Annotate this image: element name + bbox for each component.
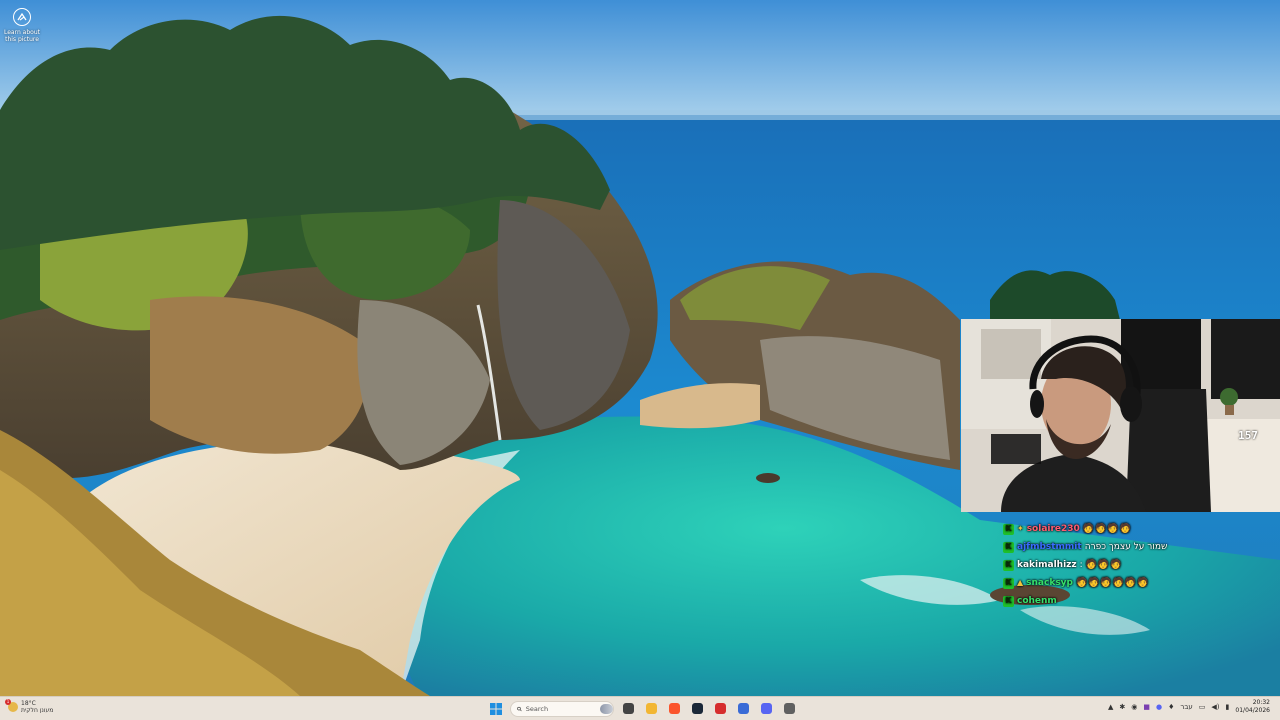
- taskbar-center: [487, 700, 798, 717]
- chat-username: snacksyp: [1026, 578, 1073, 588]
- chat-text: :: [1079, 560, 1083, 570]
- learn-about-picture-label: Learn about this picture: [4, 29, 40, 43]
- chat-message: Kkakimalhizz: 🧑🧑🧑: [1003, 556, 1203, 574]
- learn-about-picture-button[interactable]: Learn about this picture: [2, 8, 42, 43]
- chat-emotes: 🧑🧑🧑: [1085, 560, 1123, 570]
- file-explorer-icon-glyph: [646, 703, 657, 714]
- search-highlight-image: [599, 703, 613, 714]
- kick-badge-icon: K: [1003, 595, 1014, 607]
- weather-temp: 18°C: [21, 700, 36, 707]
- search-input[interactable]: [525, 704, 596, 713]
- pinned-apps: [620, 700, 798, 717]
- volume-icon[interactable]: ◀): [1211, 703, 1219, 711]
- windows-start-icon[interactable]: [487, 700, 504, 717]
- chat-username: kakimalhizz: [1017, 560, 1077, 570]
- chevron-up-icon[interactable]: ▲: [1108, 703, 1113, 711]
- chat-text: שמור על עצמך כפרה: [1084, 542, 1168, 552]
- taskbar-search[interactable]: [510, 700, 614, 717]
- chat-emotes: 🧑🧑🧑🧑: [1082, 524, 1132, 534]
- notification-badge: 1: [5, 699, 11, 705]
- steam-tray-icon[interactable]: ◉: [1131, 703, 1137, 711]
- chat-message: K ▲ snacksyp 🧑🧑🧑🧑🧑🧑: [1003, 574, 1203, 592]
- file-explorer-icon[interactable]: [643, 700, 660, 717]
- task-view-icon[interactable]: [620, 700, 637, 717]
- chat-emotes: 🧑🧑🧑🧑🧑🧑: [1075, 578, 1150, 588]
- language-indicator[interactable]: עבר: [1180, 703, 1192, 711]
- chat-extra-badge: ✦: [1017, 524, 1024, 533]
- steam-icon[interactable]: [689, 700, 706, 717]
- tray-app-icon[interactable]: ✱: [1119, 703, 1125, 711]
- webcam-overlay: 157: [961, 319, 1280, 512]
- brave-browser-icon[interactable]: [666, 700, 683, 717]
- clock-time: 20:32: [1252, 699, 1270, 706]
- chat-username: solaire230: [1026, 524, 1080, 534]
- discord-tray-icon[interactable]: ●: [1156, 703, 1162, 711]
- weather-widget[interactable]: 1 18°C מעונן חלקית: [5, 699, 54, 714]
- kick-badge-icon: K: [1003, 559, 1014, 571]
- chat-message: K ✦ solaire230 🧑🧑🧑🧑: [1003, 520, 1203, 538]
- kick-badge-icon: K: [1003, 541, 1014, 553]
- obs-record-icon[interactable]: [712, 700, 729, 717]
- webcam-badge: 157: [1238, 429, 1258, 442]
- clock-date: 01/04/2026: [1235, 707, 1270, 714]
- network-icon[interactable]: ▭: [1199, 703, 1206, 711]
- chat-username: cohenm: [1017, 596, 1057, 606]
- chat-message: Kajfmbstmmit שמור על עצמך כפרה: [1003, 538, 1203, 556]
- weather-desc: מעונן חלקית: [21, 707, 54, 714]
- discord-icon-glyph: [761, 703, 772, 714]
- kick-badge-icon: K: [1003, 577, 1014, 589]
- onenote-tray-icon[interactable]: ■: [1143, 703, 1150, 711]
- brave-browser-icon-glyph: [669, 703, 680, 714]
- chatgpt-icon[interactable]: [735, 700, 752, 717]
- system-tray: ▲ ✱ ◉ ■ ● ♦ עבר ▭ ◀) ▮ 20:32 01/04/2026: [1108, 699, 1270, 715]
- obs-record-icon-glyph: [715, 703, 726, 714]
- camera-aperture-icon: [13, 8, 31, 26]
- discord-icon[interactable]: [758, 700, 775, 717]
- kick-badge-icon: K: [1003, 523, 1014, 535]
- microphone-icon[interactable]: ♦: [1168, 703, 1174, 711]
- battery-icon[interactable]: ▮: [1226, 703, 1230, 711]
- taskbar: 1 18°C מעונן חלקית ▲ ✱ ◉: [0, 696, 1280, 720]
- clock[interactable]: 20:32 01/04/2026: [1235, 699, 1270, 715]
- chat-extra-badge: ▲: [1017, 578, 1024, 587]
- search-icon: [517, 706, 522, 711]
- steam-icon-glyph: [692, 703, 703, 714]
- task-view-icon-glyph: [623, 703, 634, 714]
- settings-gear-icon-glyph: [784, 703, 795, 714]
- weather-partly-cloudy-icon: 1: [5, 699, 18, 712]
- settings-gear-icon[interactable]: [781, 700, 798, 717]
- chat-overlay: K ✦ solaire230 🧑🧑🧑🧑 Kajfmbstmmit שמור על עצמך…: [1003, 520, 1203, 610]
- chat-message: Kcohenm: [1003, 592, 1203, 610]
- chatgpt-icon-glyph: [738, 703, 749, 714]
- chat-username: ajfmbstmmit: [1017, 542, 1082, 552]
